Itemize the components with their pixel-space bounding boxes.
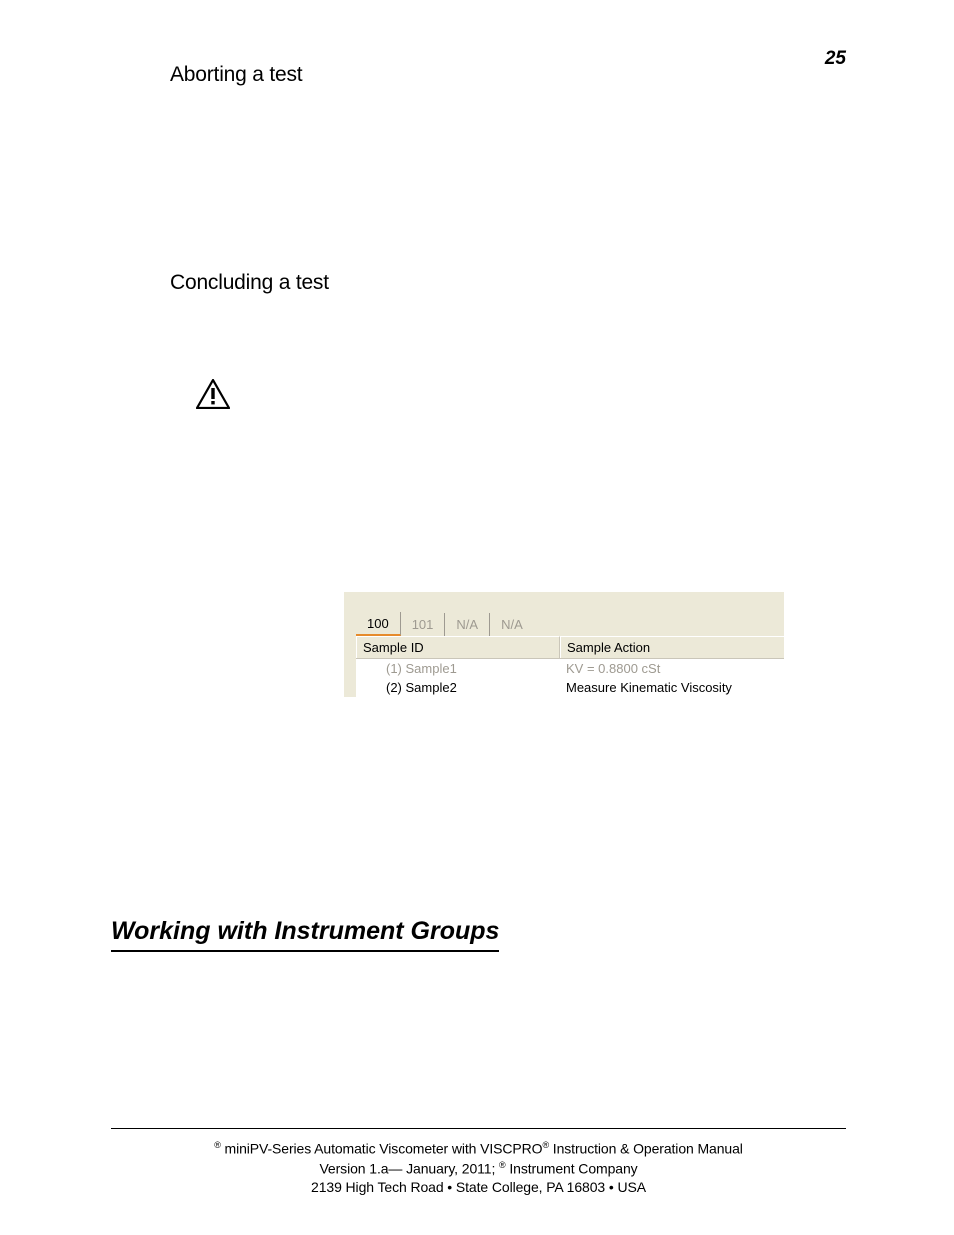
tab-101[interactable]: 101 (401, 613, 446, 636)
column-header-sample-id[interactable]: Sample ID (356, 636, 560, 658)
footer-line-1: ® miniPV-Series Automatic Viscometer wit… (111, 1139, 846, 1159)
tab-na-1[interactable]: N/A (445, 613, 490, 636)
warning-icon (196, 379, 230, 409)
table-header-row: Sample ID Sample Action (356, 636, 784, 659)
tab-row: 100 101 N/A N/A (344, 592, 784, 636)
column-header-sample-action[interactable]: Sample Action (560, 636, 784, 658)
page-number: 25 (825, 48, 846, 70)
heading-concluding-test: Concluding a test (170, 271, 329, 295)
footer-line-2: Version 1.a— January, 2011; ® Instrument… (111, 1159, 846, 1179)
tab-100[interactable]: 100 (356, 612, 401, 636)
sample-table: Sample ID Sample Action (1) Sample1 KV =… (356, 636, 784, 697)
footer: ® miniPV-Series Automatic Viscometer wit… (111, 1139, 846, 1197)
heading-aborting-test: Aborting a test (170, 63, 302, 87)
tab-na-2[interactable]: N/A (490, 613, 534, 636)
cell-sample-id: (2) Sample2 (356, 680, 560, 695)
table-row[interactable]: (2) Sample2 Measure Kinematic Viscosity (356, 678, 784, 697)
footer-line-3: 2139 High Tech Road • State College, PA … (111, 1178, 846, 1197)
heading-working-with-instrument-groups: Working with Instrument Groups (111, 917, 499, 952)
cell-sample-action: Measure Kinematic Viscosity (560, 680, 784, 695)
sample-table-panel: 100 101 N/A N/A Sample ID Sample Action … (343, 591, 784, 697)
cell-sample-id: (1) Sample1 (356, 661, 560, 676)
footer-rule (111, 1128, 846, 1129)
table-row[interactable]: (1) Sample1 KV = 0.8800 cSt (356, 659, 784, 678)
cell-sample-action: KV = 0.8800 cSt (560, 661, 784, 676)
